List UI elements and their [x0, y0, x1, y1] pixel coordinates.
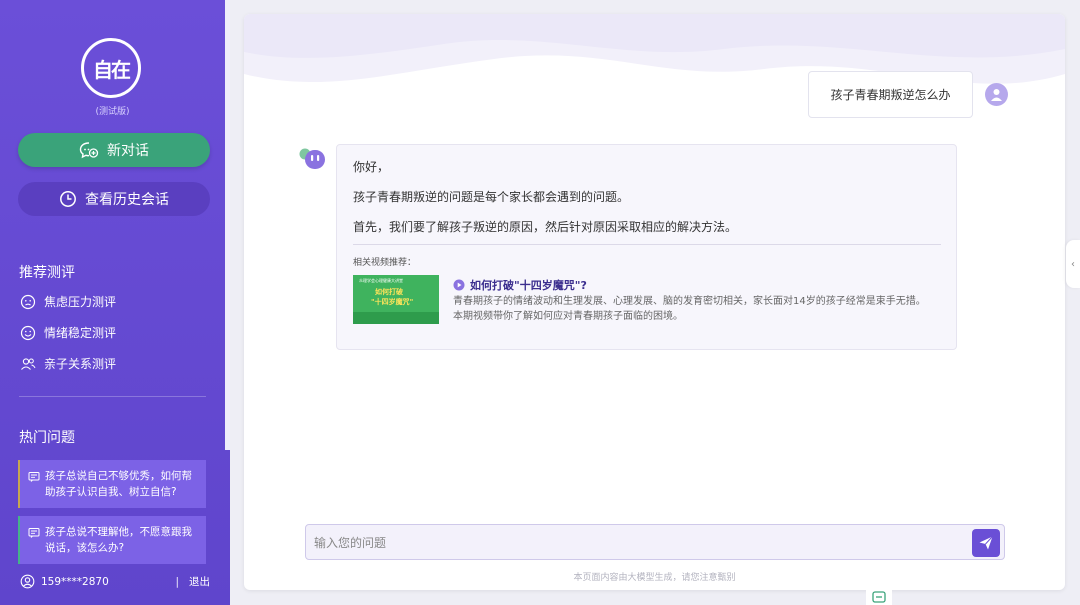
widget-icon	[872, 588, 886, 605]
face-icon	[20, 294, 36, 310]
send-icon	[978, 535, 994, 551]
message-icon	[28, 471, 40, 483]
history-label: 查看历史会话	[85, 192, 169, 208]
user-avatar	[985, 83, 1008, 106]
new-chat-button[interactable]: 新对话	[18, 133, 210, 167]
video-description: 青春期孩子的情绪波动和生理发展、心理发展、脑的发育密切相关，家长面对14岁的孩子…	[453, 296, 926, 322]
app-logo: 自在	[81, 38, 141, 98]
history-button[interactable]: 查看历史会话	[18, 182, 210, 216]
chevron-left-icon: ‹	[1071, 258, 1075, 270]
hot-question-card[interactable]: 孩子总说自己不够优秀，如何帮助孩子认识自我、树立自信?	[18, 460, 206, 508]
bot-line: 你好，	[353, 160, 390, 174]
user-row: 159****2870 | 退出	[20, 574, 210, 589]
sidebar-divider	[19, 396, 206, 397]
thumb-line1: 如何打破	[375, 288, 403, 296]
thumb-bottom-bar	[353, 312, 439, 324]
hot-section-title: 热门问题	[19, 430, 75, 446]
user-message-bubble: 孩子青春期叛逆怎么办	[808, 71, 973, 118]
video-title-text: 如何打破"十四岁魔咒"?	[470, 279, 587, 292]
eval-item-anxiety[interactable]: 焦虑压力测评	[20, 293, 116, 310]
clock-icon	[59, 190, 77, 208]
bot-message-bubble: 你好， 孩子青春期叛逆的问题是每个家长都会遇到的问题。 首先，我们要了解孩子叛逆…	[336, 144, 957, 350]
user-message-text: 孩子青春期叛逆怎么办	[830, 88, 951, 102]
logout-link[interactable]: 退出	[189, 574, 210, 589]
video-thumbnail[interactable]: 众理学会心理健康大讲堂 如何打破 "十四岁魔咒"	[353, 275, 439, 324]
send-button[interactable]	[972, 529, 1000, 557]
eval-section-title: 推荐测评	[19, 265, 75, 281]
panel-collapse-toggle[interactable]: ‹	[1066, 240, 1080, 288]
user-icon	[20, 574, 35, 589]
sidebar: 自在 (测试版) 新对话 查看历史会话 推荐测评 焦虑压力测评 情绪稳定测评 亲…	[0, 0, 230, 605]
eval-item-parent-child[interactable]: 亲子关系测评	[20, 355, 116, 372]
eval-label: 情绪稳定测评	[44, 326, 117, 340]
message-icon	[28, 527, 40, 539]
bot-line: 孩子青春期叛逆的问题是每个家长都会遇到的问题。	[353, 190, 630, 204]
beta-label: (测试版)	[95, 107, 130, 117]
eval-item-emotion[interactable]: 情绪稳定测评	[20, 324, 116, 341]
floating-widget[interactable]	[866, 589, 892, 605]
question-input[interactable]	[314, 533, 954, 553]
ai-disclaimer: 本页面内容由大模型生成，请您注意甄别	[573, 573, 736, 583]
bot-line: 首先，我们要了解孩子叛逆的原因，然后针对原因采取相应的解决方法。	[353, 220, 738, 234]
logo-text: 自在	[93, 57, 131, 82]
new-chat-label: 新对话	[107, 143, 149, 159]
user-phone: 159****2870	[41, 575, 109, 588]
eval-label: 焦虑压力测评	[44, 295, 117, 309]
chat-plus-icon	[79, 141, 99, 159]
bubble-divider	[353, 244, 941, 245]
separator: |	[175, 575, 179, 588]
hot-question-text: 孩子总说自己不够优秀，如何帮助孩子认识自我、树立自信?	[45, 470, 192, 498]
question-input-box	[305, 524, 1005, 560]
play-icon	[453, 279, 465, 291]
users-icon	[20, 356, 36, 372]
eval-label: 亲子关系测评	[44, 357, 117, 371]
bot-avatar	[299, 147, 327, 171]
hot-question-card[interactable]: 孩子总说不理解他，不愿意跟我说话，该怎么办?	[18, 516, 206, 564]
sidebar-scrollbar[interactable]	[225, 0, 230, 450]
smile-icon	[20, 325, 36, 341]
hot-question-text: 孩子总说不理解他，不愿意跟我说话，该怎么办?	[45, 526, 192, 554]
chat-panel: 孩子青春期叛逆怎么办 你好， 孩子青春期叛逆的问题是每个家长都会遇到的问题。 首…	[244, 14, 1065, 590]
thumb-header: 众理学会心理健康大讲堂	[359, 278, 403, 283]
video-title[interactable]: 如何打破"十四岁魔咒"?	[453, 277, 587, 293]
thumb-line2: "十四岁魔咒"	[371, 298, 414, 306]
related-video-label: 相关视频推荐：	[353, 258, 417, 268]
